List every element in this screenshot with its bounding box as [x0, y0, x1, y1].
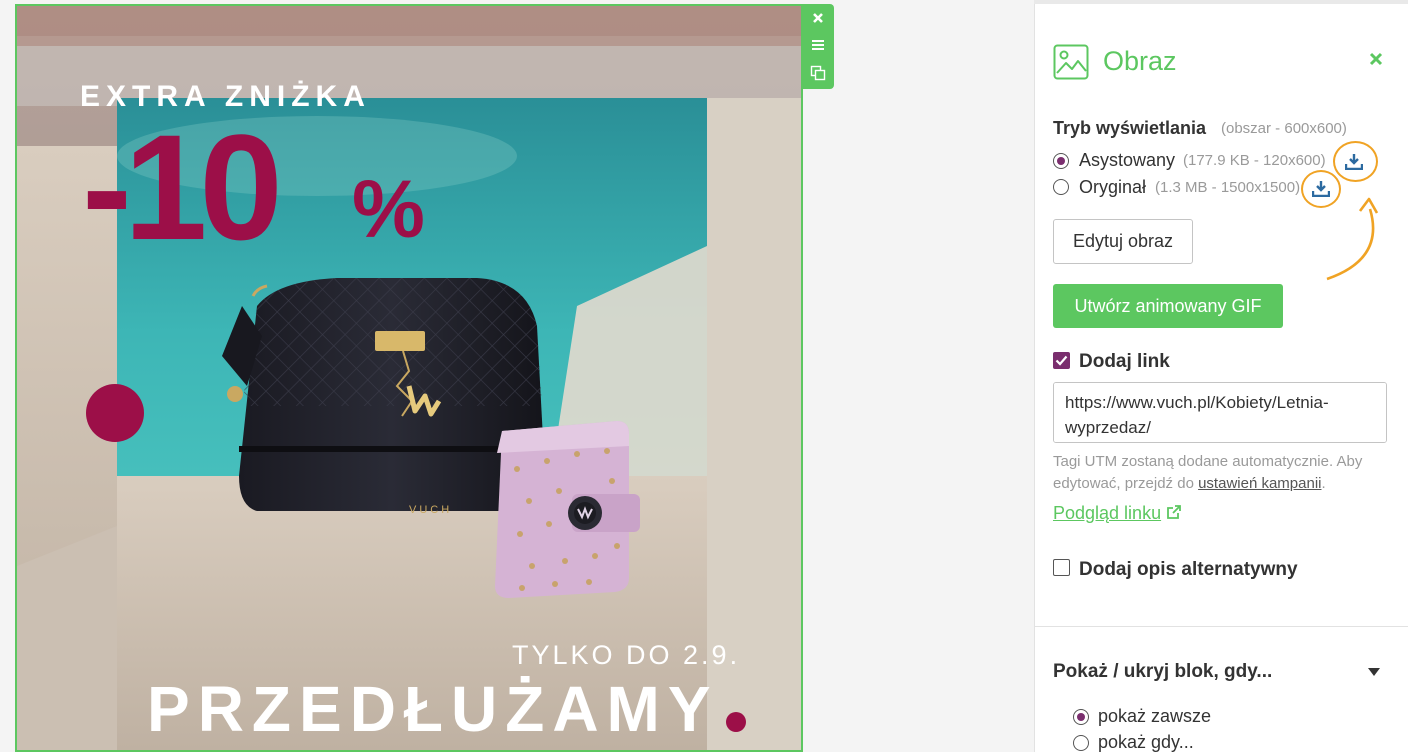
panel-title: Obraz	[1103, 46, 1177, 76]
alt-text-label: Dodaj opis alternatywny	[1079, 559, 1298, 580]
duplicate-icon	[810, 65, 825, 80]
radio-original[interactable]	[1053, 179, 1069, 195]
option-original-label: Oryginał	[1079, 177, 1147, 197]
download-icon	[1345, 153, 1363, 170]
check-icon	[1055, 355, 1068, 366]
section-divider	[1035, 626, 1408, 627]
create-gif-button[interactable]: Utwórz animowany GIF	[1053, 284, 1283, 328]
preview-link[interactable]: Podgląd linku	[1053, 503, 1182, 524]
remove-block-button[interactable]	[807, 7, 828, 28]
close-panel-button[interactable]	[1365, 48, 1387, 70]
edit-image-button[interactable]: Edytuj obraz	[1053, 219, 1193, 264]
option-assisted-detail: (177.9 KB - 120x600)	[1183, 152, 1326, 169]
alt-text-checkbox[interactable]	[1053, 559, 1070, 576]
promo-image: VUCH EXTRA ZNIŻKA -10 % TYLKO DO 2.9. PR…	[17, 6, 801, 750]
add-link-label: Dodaj link	[1079, 351, 1170, 372]
close-icon	[1369, 52, 1383, 66]
radio-assisted[interactable]	[1053, 153, 1069, 169]
email-editor: VUCH EXTRA ZNIŻKA -10 % TYLKO DO 2.9. PR…	[0, 0, 1408, 752]
utm-note-end: .	[1321, 475, 1326, 492]
display-mode-area-note: (obszar - 600x600)	[1221, 120, 1347, 137]
promo-until-text: TYLKO DO 2.9.	[512, 640, 740, 670]
promo-dot	[86, 384, 144, 442]
display-mode-label: Tryb wyświetlania	[1053, 118, 1207, 138]
menu-icon	[811, 39, 824, 50]
radio-show-always[interactable]	[1073, 709, 1089, 725]
duplicate-block-button[interactable]	[807, 62, 828, 83]
promo-percent: %	[352, 164, 425, 255]
add-link-checkbox[interactable]	[1053, 352, 1070, 369]
utm-note-line1: Tagi UTM zostaną dodane automatycznie. A…	[1053, 453, 1363, 470]
image-settings-panel: Obraz Tryb wyświetlania (obszar - 600x60…	[1034, 4, 1408, 752]
option-original-detail: (1.3 MB - 1500x1500)	[1155, 179, 1301, 196]
editor-canvas: VUCH EXTRA ZNIŻKA -10 % TYLKO DO 2.9. PR…	[0, 0, 1034, 752]
utm-note-text: edytować, przejdź do	[1053, 475, 1194, 492]
pointer-arrow	[1326, 197, 1379, 281]
block-menu-button[interactable]	[807, 34, 828, 55]
panel-header: Obraz	[1053, 44, 1393, 84]
show-when-label: pokaż gdy...	[1098, 732, 1194, 752]
promo-discount-number: -10	[82, 103, 277, 271]
preview-link-label: Podgląd linku	[1053, 503, 1162, 523]
campaign-settings-link[interactable]: ustawień kampanii	[1198, 475, 1321, 492]
selected-image-block[interactable]: VUCH EXTRA ZNIŻKA -10 % TYLKO DO 2.9. PR…	[15, 4, 803, 752]
download-assisted-button[interactable]	[1339, 146, 1369, 176]
image-icon	[1053, 44, 1089, 80]
visibility-header[interactable]: Pokaż / ukryj blok, gdy...	[1053, 661, 1272, 683]
external-link-icon	[1167, 505, 1182, 519]
promo-extended-text: PRZEDŁUŻAMY	[147, 673, 719, 745]
utm-note-line2: edytować, przejdź do ustawień kampanii.	[1053, 475, 1326, 492]
block-toolbar	[801, 4, 834, 89]
link-url-input[interactable]: https://www.vuch.pl/Kobiety/Letnia-wyprz…	[1053, 382, 1387, 443]
radio-show-when[interactable]	[1073, 735, 1089, 751]
close-icon	[812, 12, 823, 23]
show-always-label: pokaż zawsze	[1098, 706, 1212, 726]
promo-end-dot	[726, 712, 746, 732]
option-assisted-label: Asystowany	[1079, 150, 1176, 170]
bag-brand-text: VUCH	[409, 504, 452, 516]
triangle-down-icon[interactable]	[1367, 667, 1381, 677]
